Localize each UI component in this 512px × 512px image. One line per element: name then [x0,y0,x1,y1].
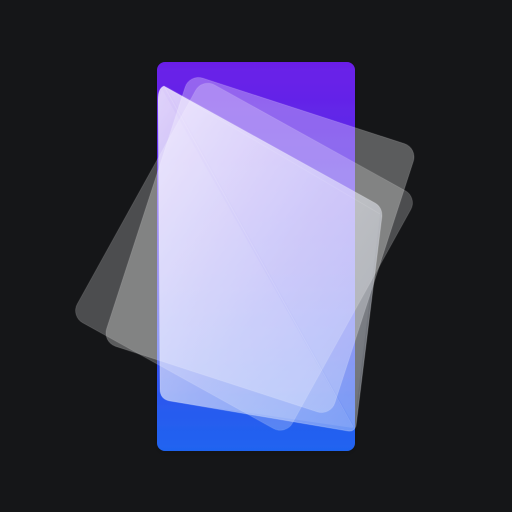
app-icon-canvas [0,0,512,512]
stacked-translucent-cards-icon [75,62,415,451]
